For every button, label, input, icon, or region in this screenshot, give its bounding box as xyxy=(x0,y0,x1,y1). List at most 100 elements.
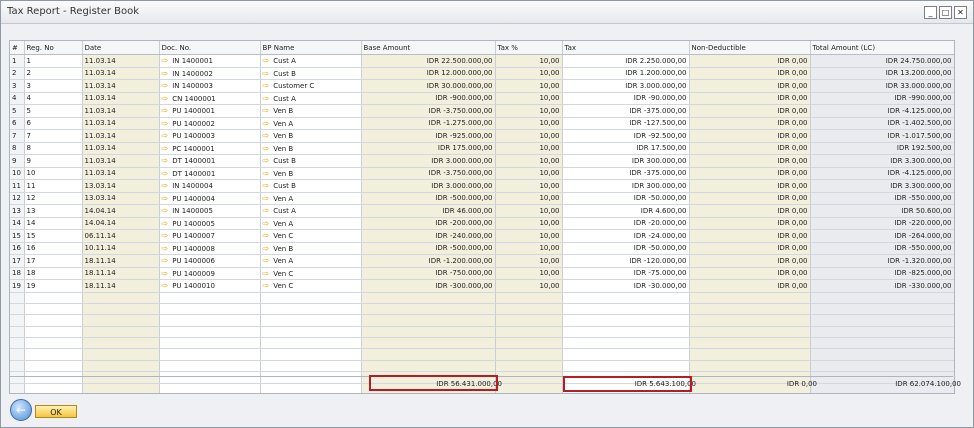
cell-base-amount[interactable]: IDR -900.000,00 xyxy=(361,92,496,105)
cell-tax[interactable]: IDR 300.000,00 xyxy=(562,179,690,193)
cell-date[interactable]: 18.11.14 xyxy=(82,254,160,268)
cell-base-amount[interactable]: IDR -925.000,00 xyxy=(361,129,496,143)
cell-doc-no[interactable]: ⇨ PC 1400001 xyxy=(159,142,261,155)
col-header-tax[interactable]: Tax xyxy=(562,41,690,55)
arrow-right-icon[interactable]: ⇨ xyxy=(263,231,270,240)
arrow-right-icon[interactable]: ⇨ xyxy=(162,181,169,190)
table-row[interactable]: 17 17 18.11.14 ⇨ PU 1400006 ⇨ Ven A IDR -1.200.… xyxy=(10,254,954,268)
cell-non-deductible[interactable]: IDR 0,00 xyxy=(689,254,811,268)
cell-tax[interactable]: IDR -24.000,00 xyxy=(562,229,690,243)
minimize-button[interactable]: _ xyxy=(924,6,937,19)
cell-tax[interactable]: IDR -120.000,00 xyxy=(562,254,690,268)
cell-total-amount[interactable]: IDR -1.402.500,00 xyxy=(810,117,954,130)
cell-doc-no[interactable]: ⇨ PU 1400002 xyxy=(159,117,261,130)
cell-total-amount[interactable]: IDR -1.017.500,00 xyxy=(810,129,954,143)
cell-bp-name[interactable]: ⇨ Customer C xyxy=(260,79,362,93)
cell-non-deductible[interactable]: IDR 0,00 xyxy=(689,167,811,180)
cell-tax-percent[interactable]: 10,00 xyxy=(495,167,563,180)
cell-tax[interactable]: IDR -20.000,00 xyxy=(562,217,690,230)
cell-reg-no[interactable]: 13 xyxy=(24,204,83,218)
cell-bp-name[interactable]: ⇨ Cust A xyxy=(260,204,362,218)
cell-date[interactable]: 13.03.14 xyxy=(82,192,160,205)
arrow-right-icon[interactable]: ⇨ xyxy=(162,256,169,265)
cell-date[interactable]: 18.11.14 xyxy=(82,279,160,293)
cell-doc-no[interactable]: ⇨ IN 1400003 xyxy=(159,79,261,93)
cell-non-deductible[interactable]: IDR 0,00 xyxy=(689,129,811,143)
cell-tax-percent[interactable]: 10,00 xyxy=(495,242,563,255)
arrow-right-icon[interactable]: ⇨ xyxy=(263,119,270,128)
cell-tax-percent[interactable]: 10,00 xyxy=(495,254,563,268)
arrow-right-icon[interactable]: ⇨ xyxy=(162,206,169,215)
table-row[interactable]: 6 6 11.03.14 ⇨ PU 1400002 ⇨ Ven A IDR -1.275.00… xyxy=(10,117,954,130)
cell-non-deductible[interactable]: IDR 0,00 xyxy=(689,217,811,230)
cell-bp-name[interactable]: ⇨ Cust A xyxy=(260,92,362,105)
cell-date[interactable]: 11.03.14 xyxy=(82,129,160,143)
cell-reg-no[interactable]: 9 xyxy=(24,154,83,168)
cell-non-deductible[interactable]: IDR 0,00 xyxy=(689,117,811,130)
arrow-right-icon[interactable]: ⇨ xyxy=(263,181,270,190)
arrow-right-icon[interactable]: ⇨ xyxy=(263,269,270,278)
cell-reg-no[interactable]: 8 xyxy=(24,142,83,155)
table-row[interactable]: 12 12 13.03.14 ⇨ PU 1400004 ⇨ Ven A IDR -500.00… xyxy=(10,192,954,205)
cell-doc-no[interactable]: ⇨ IN 1400002 xyxy=(159,67,261,80)
table-row[interactable]: 7 7 11.03.14 ⇨ PU 1400003 ⇨ Ven B IDR -925.000,… xyxy=(10,129,954,143)
table-row[interactable]: 13 13 14.04.14 ⇨ IN 1400005 ⇨ Cust A IDR 46.000… xyxy=(10,204,954,218)
cell-bp-name[interactable]: ⇨ Ven A xyxy=(260,192,362,205)
back-arrow-icon[interactable]: ← xyxy=(10,399,32,421)
cell-reg-no[interactable]: 3 xyxy=(24,79,83,93)
cell-base-amount[interactable]: IDR -300.000,00 xyxy=(361,279,496,293)
cell-non-deductible[interactable]: IDR 0,00 xyxy=(689,79,811,93)
arrow-right-icon[interactable]: ⇨ xyxy=(162,81,169,90)
cell-date[interactable]: 14.04.14 xyxy=(82,217,160,230)
arrow-right-icon[interactable]: ⇨ xyxy=(162,156,169,165)
arrow-right-icon[interactable]: ⇨ xyxy=(263,244,270,253)
cell-reg-no[interactable]: 2 xyxy=(24,67,83,80)
cell-tax[interactable]: IDR -50.000,00 xyxy=(562,242,690,255)
cell-doc-no[interactable]: ⇨ CN 1400001 xyxy=(159,92,261,105)
col-header-tax-percent[interactable]: Tax % xyxy=(495,41,563,55)
arrow-right-icon[interactable]: ⇨ xyxy=(263,69,270,78)
arrow-right-icon[interactable]: ⇨ xyxy=(263,81,270,90)
table-row[interactable]: 2 2 11.03.14 ⇨ IN 1400002 ⇨ Cust B IDR 12.000.0… xyxy=(10,67,954,80)
cell-reg-no[interactable]: 12 xyxy=(24,192,83,205)
cell-tax[interactable]: IDR -50.000,00 xyxy=(562,192,690,205)
cell-doc-no[interactable]: ⇨ IN 1400001 xyxy=(159,54,261,68)
col-header-doc-no[interactable]: Doc. No. xyxy=(159,41,261,55)
cell-total-amount[interactable]: IDR 3.300.000,00 xyxy=(810,154,954,168)
cell-reg-no[interactable]: 6 xyxy=(24,117,83,130)
arrow-right-icon[interactable]: ⇨ xyxy=(162,119,169,128)
arrow-right-icon[interactable]: ⇨ xyxy=(263,256,270,265)
cell-date[interactable]: 11.03.14 xyxy=(82,54,160,68)
cell-bp-name[interactable]: ⇨ Ven B xyxy=(260,129,362,143)
table-row[interactable]: 15 15 06.11.14 ⇨ PU 1400007 ⇨ Ven C IDR -240.00… xyxy=(10,229,954,243)
cell-date[interactable]: 11.03.14 xyxy=(82,104,160,118)
cell-bp-name[interactable]: ⇨ Ven B xyxy=(260,142,362,155)
cell-tax[interactable]: IDR -375.000,00 xyxy=(562,104,690,118)
arrow-right-icon[interactable]: ⇨ xyxy=(162,69,169,78)
cell-date[interactable]: 11.03.14 xyxy=(82,142,160,155)
arrow-right-icon[interactable]: ⇨ xyxy=(263,56,270,65)
cell-tax-percent[interactable]: 10,00 xyxy=(495,154,563,168)
cell-reg-no[interactable]: 14 xyxy=(24,217,83,230)
cell-base-amount[interactable]: IDR 3.000.000,00 xyxy=(361,179,496,193)
cell-bp-name[interactable]: ⇨ Cust B xyxy=(260,154,362,168)
cell-tax[interactable]: IDR -30.000,00 xyxy=(562,279,690,293)
cell-tax[interactable]: IDR 1.200.000,00 xyxy=(562,67,690,80)
arrow-right-icon[interactable]: ⇨ xyxy=(162,169,169,178)
cell-tax-percent[interactable]: 10,00 xyxy=(495,129,563,143)
cell-date[interactable]: 11.03.14 xyxy=(82,117,160,130)
cell-total-amount[interactable]: IDR -220.000,00 xyxy=(810,217,954,230)
cell-total-amount[interactable]: IDR 192.500,00 xyxy=(810,142,954,155)
arrow-right-icon[interactable]: ⇨ xyxy=(162,281,169,290)
cell-non-deductible[interactable]: IDR 0,00 xyxy=(689,242,811,255)
cell-bp-name[interactable]: ⇨ Ven B xyxy=(260,242,362,255)
cell-total-amount[interactable]: IDR 3.300.000,00 xyxy=(810,179,954,193)
cell-bp-name[interactable]: ⇨ Cust B xyxy=(260,67,362,80)
cell-base-amount[interactable]: IDR -3.750.000,00 xyxy=(361,167,496,180)
cell-date[interactable]: 11.03.14 xyxy=(82,167,160,180)
table-row[interactable]: 14 14 14.04.14 ⇨ PU 1400005 ⇨ Ven A IDR -200.00… xyxy=(10,217,954,230)
cell-non-deductible[interactable]: IDR 0,00 xyxy=(689,229,811,243)
table-row[interactable]: 1 1 11.03.14 ⇨ IN 1400001 ⇨ Cust A IDR 22.500.0… xyxy=(10,54,954,68)
col-header-rownum[interactable]: # xyxy=(10,41,25,55)
table-row[interactable]: 18 18 18.11.14 ⇨ PU 1400009 ⇨ Ven C IDR -750.00… xyxy=(10,267,954,280)
